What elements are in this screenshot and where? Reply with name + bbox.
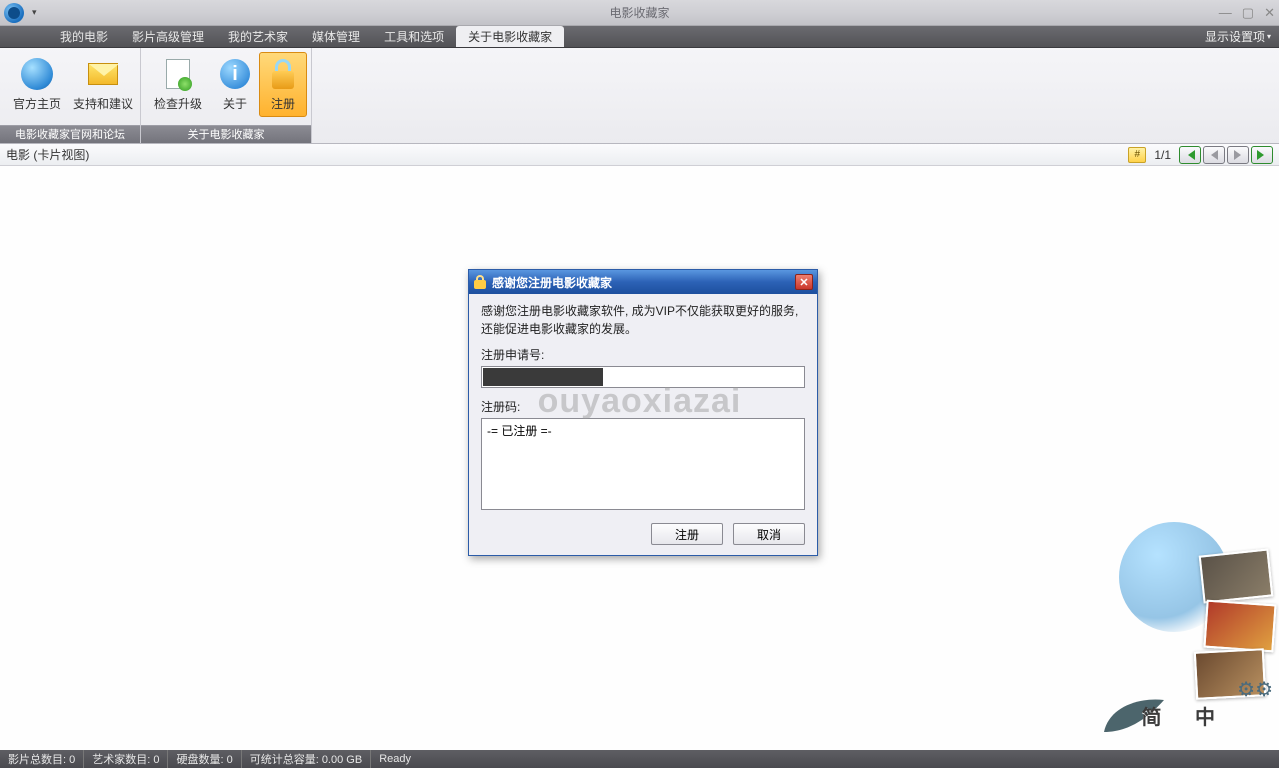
movie-card-graphic [1199, 548, 1274, 603]
cancel-button[interactable]: 取消 [733, 523, 805, 545]
leaf-graphic [1099, 692, 1169, 736]
title-bar: ▾ 电影收藏家 — ▢ ✕ [0, 0, 1279, 26]
reg-code-textarea[interactable] [481, 418, 805, 510]
maximize-button[interactable]: ▢ [1242, 5, 1254, 21]
prev-icon [1209, 150, 1219, 160]
mail-icon [88, 63, 118, 85]
lock-icon [270, 59, 296, 89]
ribbon-btn-support[interactable]: 支持和建议 [70, 52, 136, 117]
app-window: ▾ 电影收藏家 — ▢ ✕ 我的电影 影片高级管理 我的艺术家 媒体管理 工具和… [0, 0, 1279, 768]
ribbon-group-website: 官方主页 支持和建议 电影收藏家官网和论坛 [0, 48, 141, 143]
gears-icon: ⚙⚙ [1237, 677, 1273, 702]
globe-icon [21, 58, 53, 90]
redacted-value [483, 368, 603, 386]
status-capacity: 可统计总容量: 0.00 GB [242, 750, 371, 768]
movie-card-graphic [1203, 600, 1276, 653]
quick-access-dropdown-icon[interactable]: ▾ [32, 7, 37, 18]
request-no-field[interactable] [481, 366, 805, 388]
register-dialog: 感谢您注册电影收藏家 ✕ 感谢您注册电影收藏家软件, 成为VIP不仅能获取更好的… [468, 269, 818, 556]
ribbon-btn-register[interactable]: 注册 [259, 52, 307, 117]
next-icon [1233, 150, 1243, 160]
nav-first-button[interactable] [1179, 146, 1201, 164]
grid-hash-button[interactable]: # [1128, 147, 1146, 163]
ribbon-group-about: 检查升级 i 关于 注册 关于电影收藏家 [141, 48, 312, 143]
register-button[interactable]: 注册 [651, 523, 723, 545]
tab-advanced-mgmt[interactable]: 影片高级管理 [120, 26, 216, 47]
movie-card-graphic [1194, 648, 1266, 700]
tab-my-movies[interactable]: 我的电影 [48, 26, 120, 47]
ribbon-group-label: 关于电影收藏家 [141, 125, 311, 143]
ribbon-btn-about[interactable]: i 关于 [211, 52, 259, 117]
minimize-button[interactable]: — [1219, 5, 1232, 20]
corner-decoration: ⚙⚙ 简 中 [1079, 522, 1279, 732]
content-area: ouyaoxiazai 感谢您注册电影收藏家 ✕ 感谢您注册电影收藏家软件, 成… [0, 166, 1279, 750]
view-bar: 电影 (卡片视图) # 1/1 [0, 144, 1279, 166]
tab-tools-options[interactable]: 工具和选项 [372, 26, 456, 47]
ribbon-group-label: 电影收藏家官网和论坛 [0, 125, 140, 143]
first-icon [1184, 150, 1196, 160]
status-artist-count: 艺术家数目: 0 [84, 750, 168, 768]
tab-about[interactable]: 关于电影收藏家 [456, 26, 564, 47]
status-ready: Ready [371, 753, 419, 765]
ribbon: 官方主页 支持和建议 电影收藏家官网和论坛 检查升级 i 关于 [0, 48, 1279, 144]
status-disk-count: 硬盘数量: 0 [168, 750, 241, 768]
status-movie-count: 影片总数目: 0 [0, 750, 84, 768]
info-icon: i [220, 59, 250, 89]
window-title: 电影收藏家 [609, 4, 669, 21]
dialog-close-button[interactable]: ✕ [795, 274, 813, 290]
ribbon-btn-homepage[interactable]: 官方主页 [4, 52, 70, 117]
app-icon [4, 3, 24, 23]
reg-code-label: 注册码: [481, 398, 805, 415]
dialog-title: 感谢您注册电影收藏家 [492, 274, 795, 291]
dialog-message: 感谢您注册电影收藏家软件, 成为VIP不仅能获取更好的服务, 还能促进电影收藏家… [481, 302, 805, 338]
dialog-title-bar[interactable]: 感谢您注册电影收藏家 ✕ [469, 270, 817, 294]
last-icon [1256, 150, 1268, 160]
ribbon-btn-check-update[interactable]: 检查升级 [145, 52, 211, 117]
view-label: 电影 (卡片视图) [6, 146, 1128, 163]
tab-media-mgmt[interactable]: 媒体管理 [300, 26, 372, 47]
lock-icon [473, 275, 487, 289]
request-no-label: 注册申请号: [481, 346, 805, 363]
status-bar: 影片总数目: 0 艺术家数目: 0 硬盘数量: 0 可统计总容量: 0.00 G… [0, 750, 1279, 768]
nav-next-button[interactable] [1227, 146, 1249, 164]
display-settings-button[interactable]: 显示设置项▾ [1205, 26, 1279, 47]
nav-prev-button[interactable] [1203, 146, 1225, 164]
bubble-graphic [1119, 522, 1229, 632]
nav-last-button[interactable] [1251, 146, 1273, 164]
language-label: 简 中 [1141, 701, 1229, 730]
tab-my-artists[interactable]: 我的艺术家 [216, 26, 300, 47]
page-indicator: 1/1 [1154, 148, 1171, 162]
chevron-down-icon: ▾ [1267, 32, 1271, 41]
close-button[interactable]: ✕ [1264, 5, 1275, 21]
menu-bar: 我的电影 影片高级管理 我的艺术家 媒体管理 工具和选项 关于电影收藏家 显示设… [0, 26, 1279, 48]
doc-update-icon [166, 59, 190, 89]
